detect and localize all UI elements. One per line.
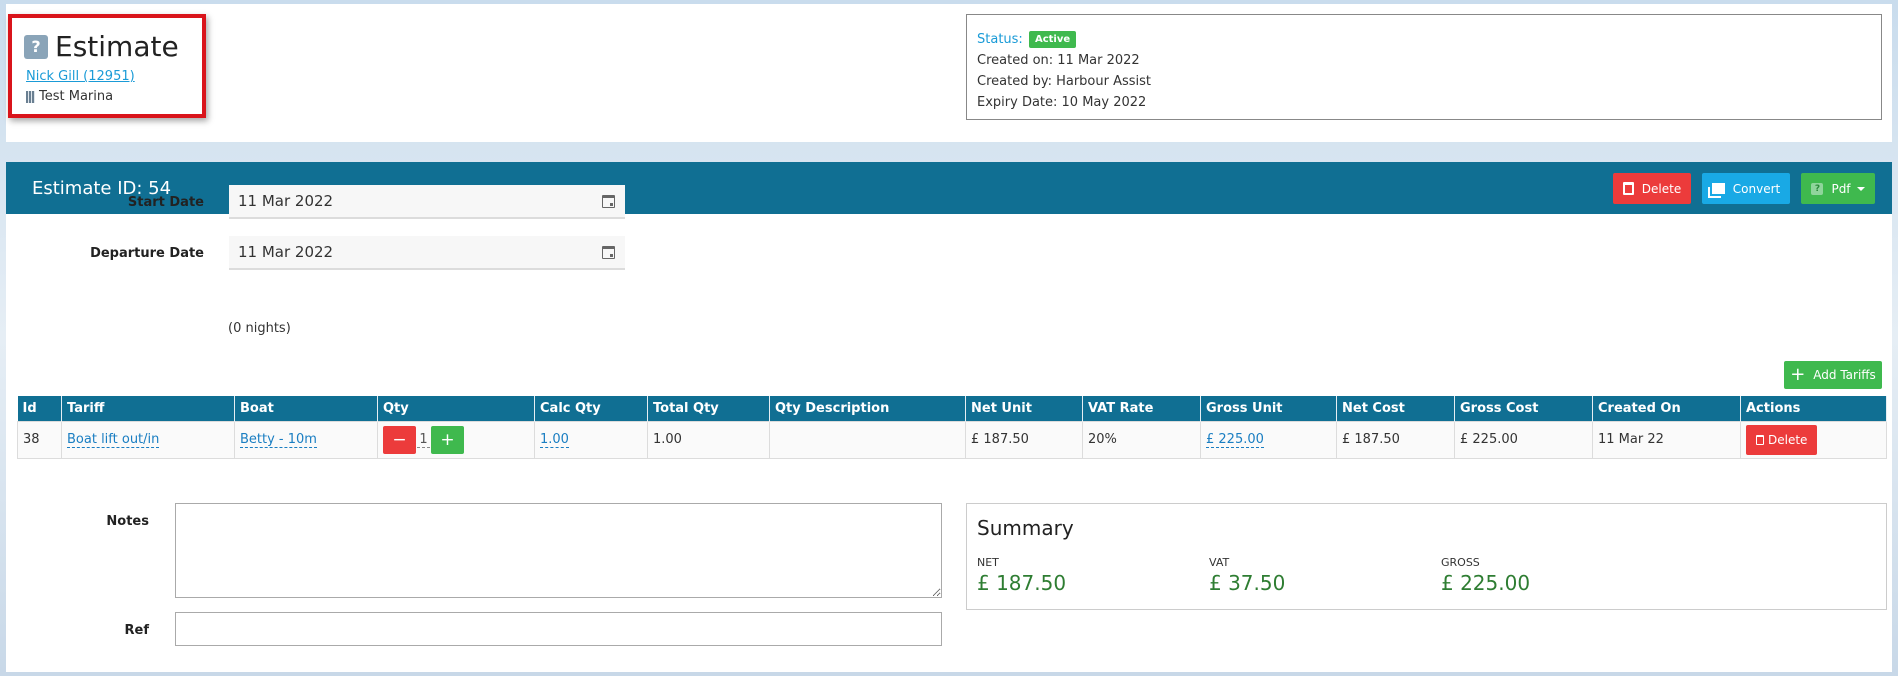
column-header[interactable]: Boat [234,396,378,421]
cell-created-on: 11 Mar 22 [1592,420,1741,459]
quantity-stepper: − 1 + [383,425,529,454]
marina-info: Test Marina [26,89,113,104]
customer-link[interactable]: Nick Gill (12951) [26,69,135,84]
column-header[interactable]: Gross Cost [1454,396,1593,421]
pdf-icon: ? [1811,182,1824,195]
add-tariffs-label: Add Tariffs [1813,368,1876,382]
building-icon [26,90,35,103]
column-header[interactable]: VAT Rate [1082,396,1201,421]
cell-id: 38 [17,420,62,459]
increment-button[interactable]: + [431,425,464,454]
column-header[interactable]: Qty Description [769,396,966,421]
vat-label: VAT [1209,556,1230,569]
ref-input[interactable] [175,612,942,646]
summary-net: NET £ 187.50 [977,556,1066,595]
gross-value: £ 225.00 [1441,571,1531,595]
tariff-link[interactable]: Boat lift out/in [67,432,160,448]
calendar-icon[interactable] [602,246,615,259]
column-header[interactable]: Net Cost [1336,396,1455,421]
status-info-box: Status: Active Created on: 11 Mar 2022 C… [966,14,1882,120]
add-tariffs-button[interactable]: + Add Tariffs [1784,361,1882,389]
net-value: £ 187.50 [977,571,1067,595]
gross-label: GROSS [1441,556,1480,569]
net-label: NET [977,556,999,569]
chevron-down-icon [1856,186,1865,191]
departure-date-label: Departure Date [90,246,204,261]
column-header[interactable]: Total Qty [647,396,770,421]
summary-box: Summary NET £ 187.50 VAT £ 37.50 GROSS £… [966,503,1887,610]
decrement-button[interactable]: − [383,425,416,454]
trash-icon [1622,182,1634,195]
pdf-label: Pdf [1831,181,1851,196]
qty-value[interactable]: 1 [417,432,430,448]
calc-qty-link[interactable]: 1.00 [540,432,569,448]
boat-link[interactable]: Betty - 10m [240,432,317,448]
notes-label: Notes [106,514,149,529]
convert-label: Convert [1732,181,1781,196]
column-header[interactable]: Id [17,396,62,421]
departure-date-value: 11 Mar 2022 [238,243,334,261]
ref-label: Ref [124,623,149,638]
delete-estimate-button[interactable]: Delete [1613,173,1691,204]
column-header: Actions [1740,396,1887,421]
status-label: Status: [977,32,1023,47]
plus-icon: + [1790,364,1806,385]
cell-net-cost: £ 187.50 [1336,420,1455,459]
title-highlight-box: ? Estimate Nick Gill (12951) Test Marina [8,14,206,118]
table-header-row: Id Tariff Boat Qty Calc Qty Total Qty Qt… [17,396,1887,421]
column-header[interactable]: Calc Qty [534,396,648,421]
marina-name: Test Marina [39,89,114,104]
cell-net-unit: £ 187.50 [965,420,1083,459]
cell-vat-rate: 20% [1082,420,1201,459]
cell-total-qty: 1.00 [647,420,770,459]
vat-value: £ 37.50 [1209,571,1286,595]
gross-unit-link[interactable]: £ 225.00 [1206,432,1264,448]
created-on-text: Created on: 11 Mar 2022 [977,53,1140,68]
summary-title: Summary [977,516,1074,540]
delete-row-label: Delete [1768,432,1808,447]
column-header[interactable]: Gross Unit [1200,396,1337,421]
cell-qty-description [769,420,966,459]
status-line: Status: Active [977,29,1871,50]
notes-textarea[interactable] [175,503,942,598]
tariffs-table: Id Tariff Boat Qty Calc Qty Total Qty Qt… [17,396,1887,459]
convert-button[interactable]: Convert [1702,173,1790,204]
copy-icon [1711,183,1725,194]
start-date-input[interactable]: 11 Mar 2022 [229,185,625,219]
cell-gross-cost: £ 225.00 [1454,420,1593,459]
estimate-header-panel: ? Estimate Nick Gill (12951) Test Marina… [6,4,1892,142]
estimate-detail-panel: Estimate ID: 54 Delete Convert ? Pdf Sta… [6,162,1892,672]
help-icon[interactable]: ? [24,34,48,59]
departure-date-input[interactable]: 11 Mar 2022 [229,236,625,270]
pdf-dropdown-button[interactable]: ? Pdf [1801,173,1875,204]
trash-icon [1756,434,1764,445]
summary-vat: VAT £ 37.50 [1209,556,1285,595]
table-row: 38 Boat lift out/in Betty - 10m − 1 + 1.… [17,420,1887,459]
column-header[interactable]: Net Unit [965,396,1083,421]
column-header[interactable]: Qty [377,396,535,421]
start-date-label: Start Date [127,195,204,210]
calendar-icon[interactable] [602,195,615,208]
column-header[interactable]: Tariff [61,396,235,421]
expiry-date-text: Expiry Date: 10 May 2022 [977,95,1147,110]
title-row: ? Estimate [24,30,179,63]
delete-label: Delete [1641,181,1682,196]
column-header[interactable]: Created On [1592,396,1741,421]
delete-row-button[interactable]: Delete [1746,424,1818,455]
start-date-value: 11 Mar 2022 [238,192,334,210]
page-title: Estimate [55,30,179,63]
summary-gross: GROSS £ 225.00 [1441,556,1530,595]
created-by-text: Created by: Harbour Assist [977,74,1152,89]
nights-count: (0 nights) [228,321,291,336]
status-badge: Active [1028,31,1077,48]
